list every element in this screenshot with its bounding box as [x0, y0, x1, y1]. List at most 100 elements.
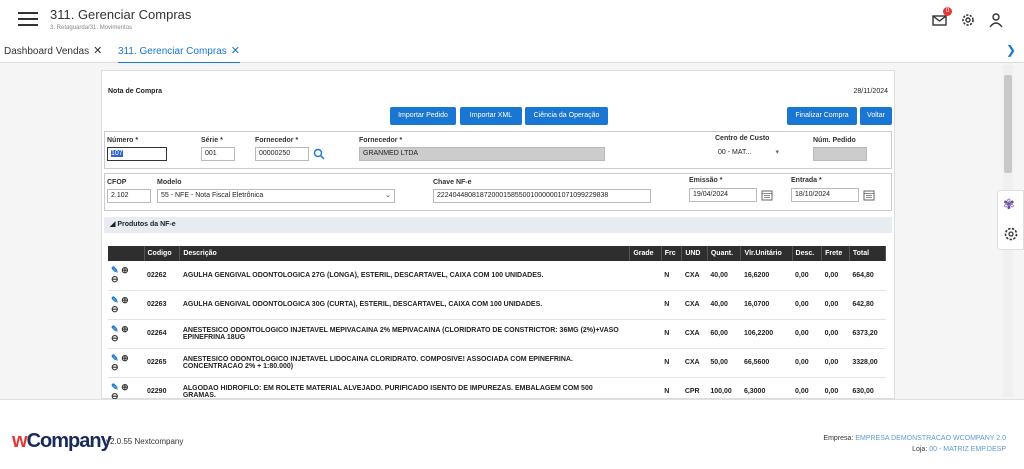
- emissao-field[interactable]: 19/04/2024: [689, 188, 757, 202]
- add-icon[interactable]: ⊕: [121, 382, 129, 392]
- search-icon[interactable]: [313, 147, 325, 165]
- produtos-section-header[interactable]: ◢ Produtos da NF-e: [104, 217, 892, 233]
- cell-descricao: AGULHA GENGIVAL ODONTOLOGICA 30G (CURTA)…: [179, 290, 630, 320]
- breadcrumb: 3. Retaguarda/31. Movimentos: [50, 25, 133, 31]
- cell-frete: 0,00: [821, 319, 850, 349]
- chevron-down-icon: ▾: [775, 149, 779, 156]
- table-row[interactable]: ✎ ⊕ ⊖ 02265 ANESTESICO ODONTOLOGICO INJETAV…: [108, 348, 886, 378]
- col-header[interactable]: Quant.: [707, 246, 742, 261]
- calendar-icon[interactable]: [761, 188, 773, 206]
- top-bar: 311. Gerenciar Compras 3. Retaguarda/31.…: [0, 0, 1024, 38]
- cell-grade: [629, 290, 662, 320]
- scrollbar-thumb[interactable]: [1004, 75, 1012, 173]
- add-icon[interactable]: ⊕: [121, 295, 129, 305]
- cell-frc: N: [661, 261, 682, 291]
- cell-frete: 0,00: [821, 377, 850, 399]
- section-label: Produtos da NF-e: [117, 221, 176, 228]
- importar-pedido-button[interactable]: Importar Pedido: [390, 107, 456, 125]
- table-row[interactable]: ✎ ⊕ ⊖ 02264 ANESTESICO ODONTOLOGICO INJETAV…: [108, 319, 886, 349]
- chave-field[interactable]: 2224044808187200015855001000000107109922…: [433, 189, 651, 203]
- cell-frc: N: [661, 348, 682, 378]
- remove-icon[interactable]: ⊖: [111, 362, 119, 372]
- nfe-fields-box: CFOP 2.102 Modelo 55 - NFE - Nota Fiscal…: [104, 173, 892, 211]
- add-icon[interactable]: ⊕: [121, 353, 129, 363]
- modelo-label: Modelo: [157, 179, 182, 186]
- tab-dashboard-vendas[interactable]: Dashboard Vendas ✕: [4, 44, 102, 57]
- importar-xml-button[interactable]: Importar XML: [460, 107, 522, 125]
- voltar-button[interactable]: Voltar: [860, 107, 892, 125]
- fornecedor-code-field[interactable]: 00000250: [255, 147, 309, 161]
- add-icon[interactable]: ⊕: [121, 324, 129, 334]
- ciencia-operacao-button[interactable]: Ciência da Operação: [525, 107, 608, 125]
- cell-frete: 0,00: [821, 348, 850, 378]
- produtos-table: Codigo Descrição Grade Frc UND Quant. Vl…: [108, 246, 887, 399]
- centro-custo-select[interactable]: 00 - MAT... ▾: [715, 147, 781, 161]
- col-header[interactable]: Grade: [629, 246, 662, 261]
- row-actions: ✎ ⊕ ⊖: [108, 319, 144, 349]
- col-header[interactable]: Frc: [661, 246, 683, 261]
- cell-grade: [629, 377, 662, 399]
- cfop-label: CFOP: [107, 179, 127, 186]
- table-row[interactable]: ✎ ⊕ ⊖ 02262 AGULHA GENGIVAL ODONTOLOGICA 27…: [108, 261, 886, 291]
- cell-codigo: 02264: [144, 319, 180, 349]
- cell-vlr: 66,5600: [740, 348, 793, 378]
- col-header[interactable]: Desc.: [792, 246, 823, 261]
- close-icon[interactable]: ✕: [231, 45, 240, 57]
- cell-und: CXA: [681, 319, 708, 349]
- gear-icon[interactable]: [960, 12, 976, 28]
- modelo-value: 55 - NFE - Nota Fiscal Eletrônica: [161, 192, 264, 199]
- cfop-field[interactable]: 2.102: [107, 189, 151, 203]
- cell-quant: 40,00: [707, 261, 741, 291]
- cell-desc: 0,00: [792, 377, 822, 399]
- empresa-label: Empresa:: [823, 435, 854, 442]
- col-header[interactable]: Total: [849, 246, 887, 261]
- col-header[interactable]: UND: [681, 246, 708, 261]
- finalizar-compra-button[interactable]: Finalizar Compra: [787, 107, 857, 125]
- cell-frc: N: [661, 319, 682, 349]
- calendar-icon[interactable]: [863, 188, 875, 206]
- company-info: Empresa: EMPRESA DEMONSTRACAO WCOMPANY 2…: [823, 433, 1006, 455]
- version-text: v2.0.55 Nextcompany: [106, 437, 184, 446]
- cell-quant: 100,00: [707, 377, 741, 399]
- user-icon[interactable]: [988, 12, 1004, 28]
- col-header[interactable]: Frete: [821, 246, 850, 261]
- cell-vlr: 106,2200: [740, 319, 793, 349]
- numero-field[interactable]: 107: [107, 147, 167, 161]
- table-row[interactable]: ✎ ⊕ ⊖ 02263 AGULHA GENGIVAL ODONTOLOGICA 30…: [108, 290, 886, 320]
- remove-icon[interactable]: ⊖: [111, 391, 119, 399]
- col-header[interactable]: Descrição: [179, 246, 631, 261]
- table-row[interactable]: ✎ ⊕ ⊖ 02290 ALGODAO HIDROFILO: EM ROLETE MA…: [108, 377, 886, 399]
- entrada-field[interactable]: 18/10/2024: [791, 188, 859, 202]
- emissao-label: Emissão *: [689, 177, 723, 184]
- serie-field[interactable]: 001: [201, 147, 235, 161]
- cell-vlr: 16,6200: [740, 261, 793, 291]
- page-title: 311. Gerenciar Compras: [50, 7, 192, 22]
- col-header[interactable]: Codigo: [144, 246, 181, 261]
- header-fields-box: Número * 107 Série * 001 Fornecedor * 00…: [104, 131, 892, 169]
- cell-codigo: 02265: [144, 348, 180, 378]
- modelo-select[interactable]: 55 - NFE - Nota Fiscal Eletrônica ⌄: [157, 189, 395, 203]
- cell-descricao: ANESTESICO ODONTOLOGICO INJETAVEL MEPIVA…: [179, 319, 630, 349]
- settings-icon[interactable]: [1003, 226, 1019, 247]
- cell-desc: 0,00: [792, 290, 822, 320]
- fornecedor-name-field: GRANMED LTDA: [359, 147, 605, 161]
- cell-total: 642,80: [849, 290, 886, 320]
- side-toolbar: ✾: [997, 190, 1024, 250]
- remove-icon[interactable]: ⊖: [111, 333, 119, 343]
- tab-gerenciar-compras[interactable]: 311. Gerenciar Compras ✕: [118, 44, 240, 64]
- add-icon[interactable]: ⊕: [121, 265, 129, 275]
- tree-icon[interactable]: ✾: [1003, 196, 1015, 213]
- menu-icon[interactable]: [18, 12, 38, 26]
- close-icon[interactable]: ✕: [93, 45, 102, 57]
- chave-label: Chave NF-e: [433, 179, 472, 186]
- cell-desc: 0,00: [792, 319, 822, 349]
- remove-icon[interactable]: ⊖: [111, 304, 119, 314]
- centro-custo-label: Centro de Custo: [715, 135, 770, 142]
- remove-icon[interactable]: ⊖: [111, 274, 119, 284]
- cell-und: CPR: [681, 377, 708, 399]
- nota-compra-panel: Nota de Compra 28/11/2024 Importar Pedid…: [101, 70, 895, 399]
- col-header[interactable]: Vlr.Unitário: [740, 246, 793, 261]
- mail-icon[interactable]: 0: [932, 7, 952, 28]
- chevron-right-icon[interactable]: ❯: [1006, 43, 1016, 57]
- fornecedor-code-label: Fornecedor *: [255, 137, 299, 144]
